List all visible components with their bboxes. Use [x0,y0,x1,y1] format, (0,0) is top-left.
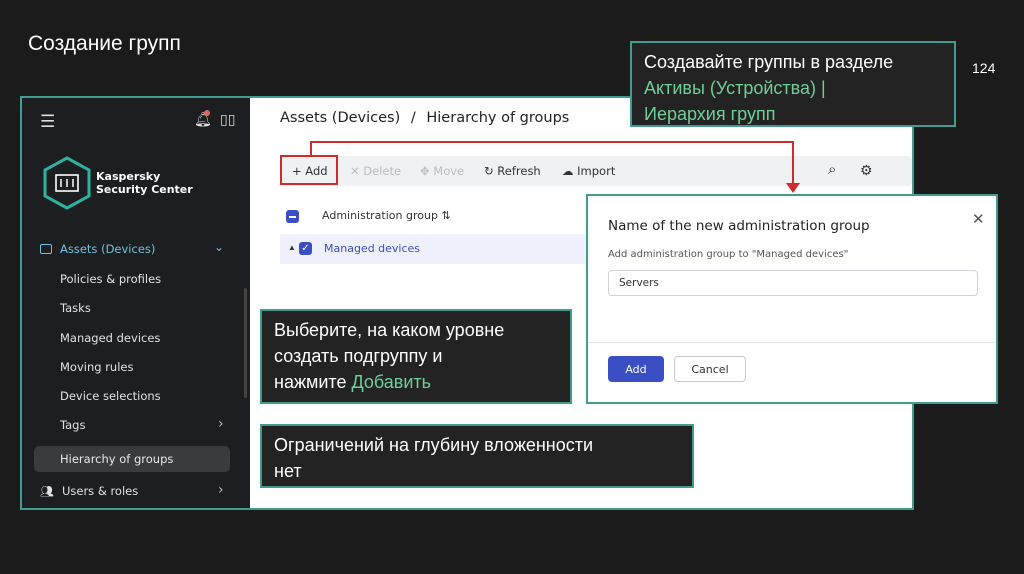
column-header-administration-group[interactable]: Administration group ⇅ [322,209,451,222]
monitor-icon [40,244,52,254]
grid-header: Administration group ⇅ [286,206,606,230]
gear-icon[interactable]: ⚙ [860,162,873,179]
table-row[interactable]: ▲ ✓ Managed devices [280,234,600,264]
close-icon: ✕ [350,164,360,178]
row-checkbox[interactable]: ✓ [299,242,312,255]
page-number: 124 [972,60,996,76]
chevron-right-icon[interactable]: › [218,416,224,432]
refresh-icon: ↻ [484,164,494,178]
connector-line [310,141,794,143]
dialog-add-button[interactable]: Add [608,356,664,382]
callout-create-groups: Создавайте группы в разделе Активы (Устр… [630,41,956,127]
dialog-divider [588,342,996,343]
sidebar-item-managed-devices[interactable]: Managed devices [60,331,160,345]
add-button-highlight [280,155,338,185]
group-name-input[interactable] [608,270,978,296]
menu-icon[interactable]: ☰ [40,112,55,132]
move-button[interactable]: ✥ Move [420,164,464,178]
select-all-checkbox[interactable] [286,210,299,223]
expand-triangle-icon[interactable]: ▲ [288,243,296,252]
callout-nesting-depth: Ограничений на глубину вложенности нет [260,424,694,488]
connector-line [310,141,312,157]
book-icon[interactable]: ▯▯ [220,112,235,128]
callout-select-level: Выберите, на каком уровне создать подгру… [260,309,572,404]
sidebar-item-policies[interactable]: Policies & profiles [60,272,161,286]
brand-name: Kaspersky Security Center [96,170,193,196]
users-icon: 👥︎ [40,484,54,498]
import-button[interactable]: ☁ Import [562,164,615,178]
connector-arrow-icon [786,183,800,193]
sidebar-item-moving-rules[interactable]: Moving rules [60,360,133,374]
move-icon: ✥ [420,164,430,178]
connector-line [792,141,794,185]
sidebar-top-icons: ☰ 🔔︎ ▯▯ [22,110,250,132]
sidebar-section-assets[interactable]: Assets (Devices) [40,242,155,256]
sidebar-item-tags[interactable]: Tags [60,418,85,432]
cloud-upload-icon: ☁ [562,164,574,178]
sidebar-item-device-selections[interactable]: Device selections [60,389,161,403]
sidebar-item-tasks[interactable]: Tasks [60,301,91,315]
chevron-right-icon[interactable]: › [218,482,224,498]
sidebar-item-hierarchy-of-groups[interactable]: Hierarchy of groups [34,446,230,472]
sort-icon: ⇅ [441,209,451,222]
dialog-title: Name of the new administration group [608,218,870,234]
delete-button[interactable]: ✕ Delete [350,164,401,178]
refresh-button[interactable]: ↻ Refresh [484,164,541,178]
dialog-cancel-button[interactable]: Cancel [674,356,746,382]
sidebar-item-users-roles[interactable]: 👥︎ Users & roles [40,484,138,498]
close-icon[interactable]: ✕ [972,210,985,228]
dialog-subtitle: Add administration group to "Managed dev… [608,249,849,260]
slide-title: Создание групп [28,32,181,55]
sidebar: ☰ 🔔︎ ▯▯ Kaspersky Security Center Assets… [22,98,250,508]
breadcrumb: Assets (Devices) / Hierarchy of groups [280,110,570,126]
toolbar: + Add ✕ Delete ✥ Move ↻ Refresh ☁ Import… [280,156,912,186]
chevron-down-icon[interactable]: ⌄ [214,240,224,254]
search-icon[interactable]: ⌕ [828,161,836,178]
kaspersky-logo-icon [43,156,91,210]
sidebar-scrollbar[interactable] [244,288,247,398]
row-label-managed-devices[interactable]: Managed devices [324,242,420,255]
notification-dot [204,110,210,116]
new-group-dialog: Name of the new administration group ✕ A… [586,194,998,404]
